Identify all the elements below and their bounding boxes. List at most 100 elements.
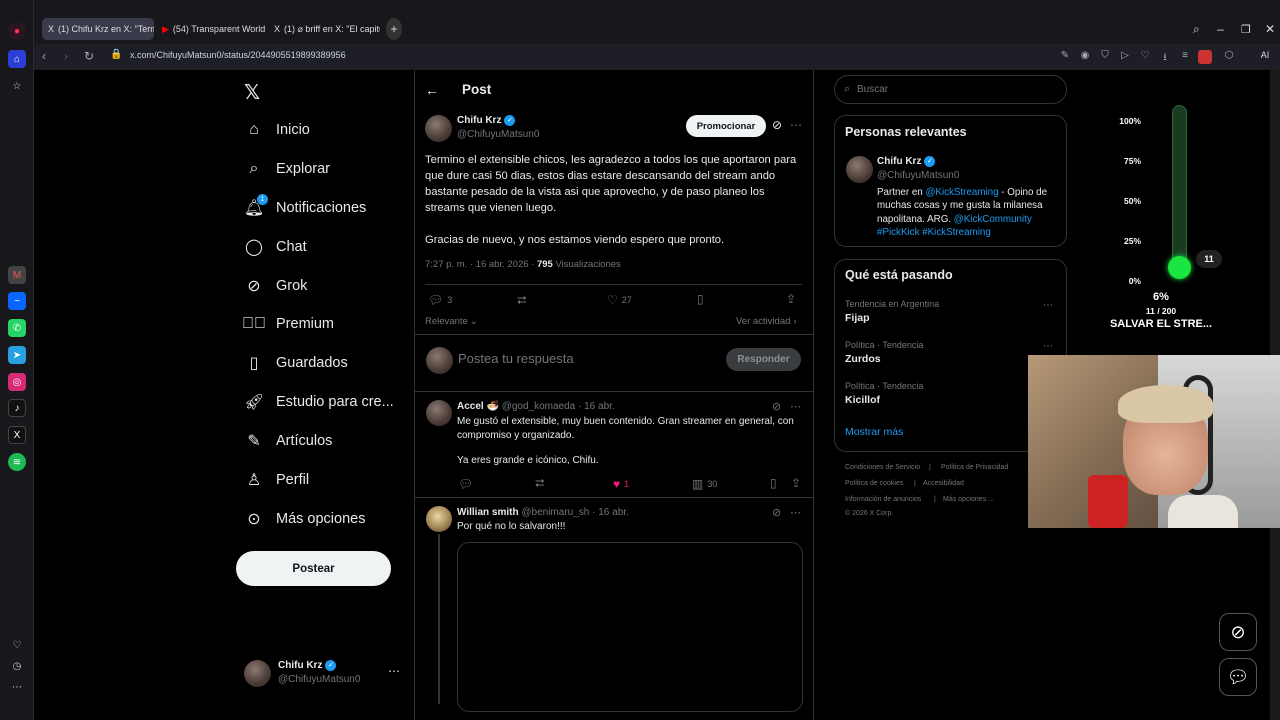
nav-item-articulos[interactable]: ✎ Artículos xyxy=(244,426,332,456)
post-handle[interactable]: @ChifuyuMatsun0 xyxy=(457,129,539,140)
bio-link[interactable]: @KickStreaming xyxy=(925,187,998,198)
grok-icon[interactable]: ⊘ xyxy=(772,118,782,132)
forward-icon[interactable]: › xyxy=(64,49,68,63)
spotify-icon[interactable]: ≋ xyxy=(8,453,26,471)
nav-item-perfil[interactable]: ♙ Perfil xyxy=(244,465,309,495)
back-arrow-icon[interactable]: ← xyxy=(425,82,439,98)
share-action[interactable]: ⇪ xyxy=(791,476,805,490)
media-embed[interactable] xyxy=(457,542,803,712)
trend-item[interactable]: Política · Tendencia Zurdos xyxy=(845,340,923,365)
reload-icon[interactable]: ↻ xyxy=(84,49,94,63)
download-icon[interactable]: ⭳ xyxy=(1158,50,1172,64)
ai-button[interactable]: AI xyxy=(1252,50,1278,64)
nav-item-estudio[interactable]: 🚀︎ Estudio para cre... xyxy=(244,387,394,417)
relevant-handle[interactable]: @ChifuyuMatsun0 xyxy=(877,170,959,181)
reply-button[interactable]: Responder xyxy=(726,348,801,371)
trend-item[interactable]: Política · Tendencia Kicillof xyxy=(845,381,923,406)
reply-action[interactable]: 💬︎ 3 xyxy=(428,293,452,307)
reply-author[interactable]: Accel 🍜 xyxy=(457,401,499,412)
heart-icon[interactable]: ♡ xyxy=(8,636,26,654)
footer-link[interactable]: Política de Privacidad xyxy=(941,464,1008,471)
nav-item-explorar[interactable]: ⌕ Explorar xyxy=(244,154,330,184)
more-icon[interactable]: ⋯ xyxy=(8,678,26,696)
avatar[interactable] xyxy=(425,115,452,142)
like-action[interactable]: ♥ 1 xyxy=(613,477,629,491)
search-tabs-icon[interactable]: ⌕ xyxy=(1187,18,1206,40)
bookmark-action[interactable]: ▯ xyxy=(770,476,781,490)
reply-handle[interactable]: @god_komaeda · 16 abr. xyxy=(502,401,615,412)
promote-button[interactable]: Promocionar xyxy=(686,115,766,137)
sort-dropdown[interactable]: Relevante ⌄ xyxy=(425,316,478,327)
reply-author[interactable]: Willian smith xyxy=(457,507,519,518)
avatar[interactable] xyxy=(426,400,452,426)
relevant-name[interactable]: Chifu Krz ✓ xyxy=(877,156,936,167)
footer-link[interactable]: Política de cookies xyxy=(845,480,903,487)
share-action[interactable]: ⇪ xyxy=(786,292,800,306)
footer-link[interactable]: Condiciones de Servicio xyxy=(845,464,920,471)
bio-hashtags[interactable]: #PickKick #KickStreaming xyxy=(877,227,991,238)
footer-link[interactable]: Más opciones ... xyxy=(943,496,994,503)
maximize-button[interactable]: ❐ xyxy=(1235,18,1257,40)
post-button[interactable]: Postear xyxy=(236,551,391,586)
messenger-icon[interactable]: ~ xyxy=(8,292,26,310)
instagram-icon[interactable]: ◎ xyxy=(8,373,26,391)
menu-icon[interactable]: ≡ xyxy=(1178,50,1192,64)
more-icon[interactable]: ⋯ xyxy=(790,400,801,413)
reply-handle[interactable]: @benimaru_sh · 16 abr. xyxy=(521,507,628,518)
profile-icon[interactable] xyxy=(1198,50,1212,64)
pinboard-icon[interactable]: ☆ xyxy=(8,77,26,95)
x-logo-icon[interactable]: X xyxy=(8,426,26,444)
views-action[interactable]: ▥ 30 xyxy=(692,477,717,491)
new-tab-button[interactable]: + xyxy=(386,18,402,40)
heart-icon[interactable]: ♡ xyxy=(1138,50,1152,64)
search-input[interactable]: ⌕ Buscar xyxy=(834,75,1067,104)
edit-icon[interactable]: ✎ xyxy=(1058,50,1072,64)
more-icon[interactable]: ⋯ xyxy=(1043,341,1053,352)
nav-item-premium[interactable]: ✓⃝ Premium xyxy=(242,309,334,339)
repost-action[interactable]: ⮂ xyxy=(517,293,531,308)
show-more-link[interactable]: Mostrar más xyxy=(845,426,903,438)
close-window-button[interactable]: ✕ xyxy=(1259,18,1280,40)
post-author[interactable]: Chifu Krz ✓ xyxy=(457,115,516,126)
footer-link[interactable]: Información de anuncios xyxy=(845,496,921,503)
whatsapp-icon[interactable]: ✆ xyxy=(8,319,26,337)
footer-link[interactable]: Accesibilidad xyxy=(923,480,964,487)
grok-icon[interactable]: ⊘ xyxy=(1219,613,1257,651)
more-icon[interactable]: ⋯ xyxy=(388,664,400,678)
chat-bubble-icon[interactable]: 💬︎ xyxy=(1219,658,1257,696)
grok-icon[interactable]: ⊘ xyxy=(772,506,781,519)
like-action[interactable]: ♡ 27 xyxy=(607,293,632,307)
nav-item-grok[interactable]: ⊘ Grok xyxy=(244,271,307,301)
grok-icon[interactable]: ⊘ xyxy=(772,400,781,413)
minimize-button[interactable]: – xyxy=(1211,18,1230,40)
nav-item-mas-opciones[interactable]: ⊙ Más opciones xyxy=(244,504,365,534)
nav-item-chat[interactable]: ◯ Chat xyxy=(244,232,307,262)
shield-icon[interactable]: ⛉ xyxy=(1098,50,1112,64)
play-icon[interactable]: ▷ xyxy=(1118,50,1132,64)
telegram-icon[interactable]: ➤ xyxy=(8,346,26,364)
reply-action[interactable]: 💬︎ xyxy=(458,477,477,491)
activity-link[interactable]: Ver actividad › xyxy=(736,316,797,327)
history-icon[interactable]: ◷ xyxy=(8,657,26,675)
opera-logo-icon[interactable]: ● xyxy=(8,22,26,40)
trend-item[interactable]: Tendencia en Argentina Fijap xyxy=(845,299,939,324)
more-icon[interactable]: ⋯ xyxy=(1043,300,1053,311)
tab-youtube[interactable]: ▶ (54) Transparent World - / xyxy=(156,18,266,40)
bookmark-action[interactable]: ▯ xyxy=(697,292,708,306)
gmail-icon[interactable]: M xyxy=(8,266,26,284)
tiktok-icon[interactable]: ♪ xyxy=(8,399,26,417)
avatar[interactable] xyxy=(426,506,452,532)
bio-link[interactable]: @KickCommunity xyxy=(954,214,1032,225)
avatar[interactable] xyxy=(846,156,873,183)
more-icon[interactable]: ⋯ xyxy=(790,118,802,132)
home-icon[interactable]: ⌂ xyxy=(8,50,26,68)
back-icon[interactable]: ‹ xyxy=(42,49,46,63)
more-icon[interactable]: ⋯ xyxy=(790,506,801,519)
repost-action[interactable]: ⮂ xyxy=(535,476,549,491)
reply-input[interactable]: Postea tu respuesta xyxy=(458,351,574,366)
tab-briff[interactable]: X (1) ⌀ briff en X: "El capitul xyxy=(268,18,380,40)
x-logo-icon[interactable]: 𝕏 xyxy=(244,80,260,105)
camera-icon[interactable]: ◉ xyxy=(1078,50,1092,64)
nav-item-notificaciones[interactable]: 🔔︎ 1 Notificaciones xyxy=(244,193,366,223)
nav-item-inicio[interactable]: ⌂ Inicio xyxy=(244,115,310,145)
